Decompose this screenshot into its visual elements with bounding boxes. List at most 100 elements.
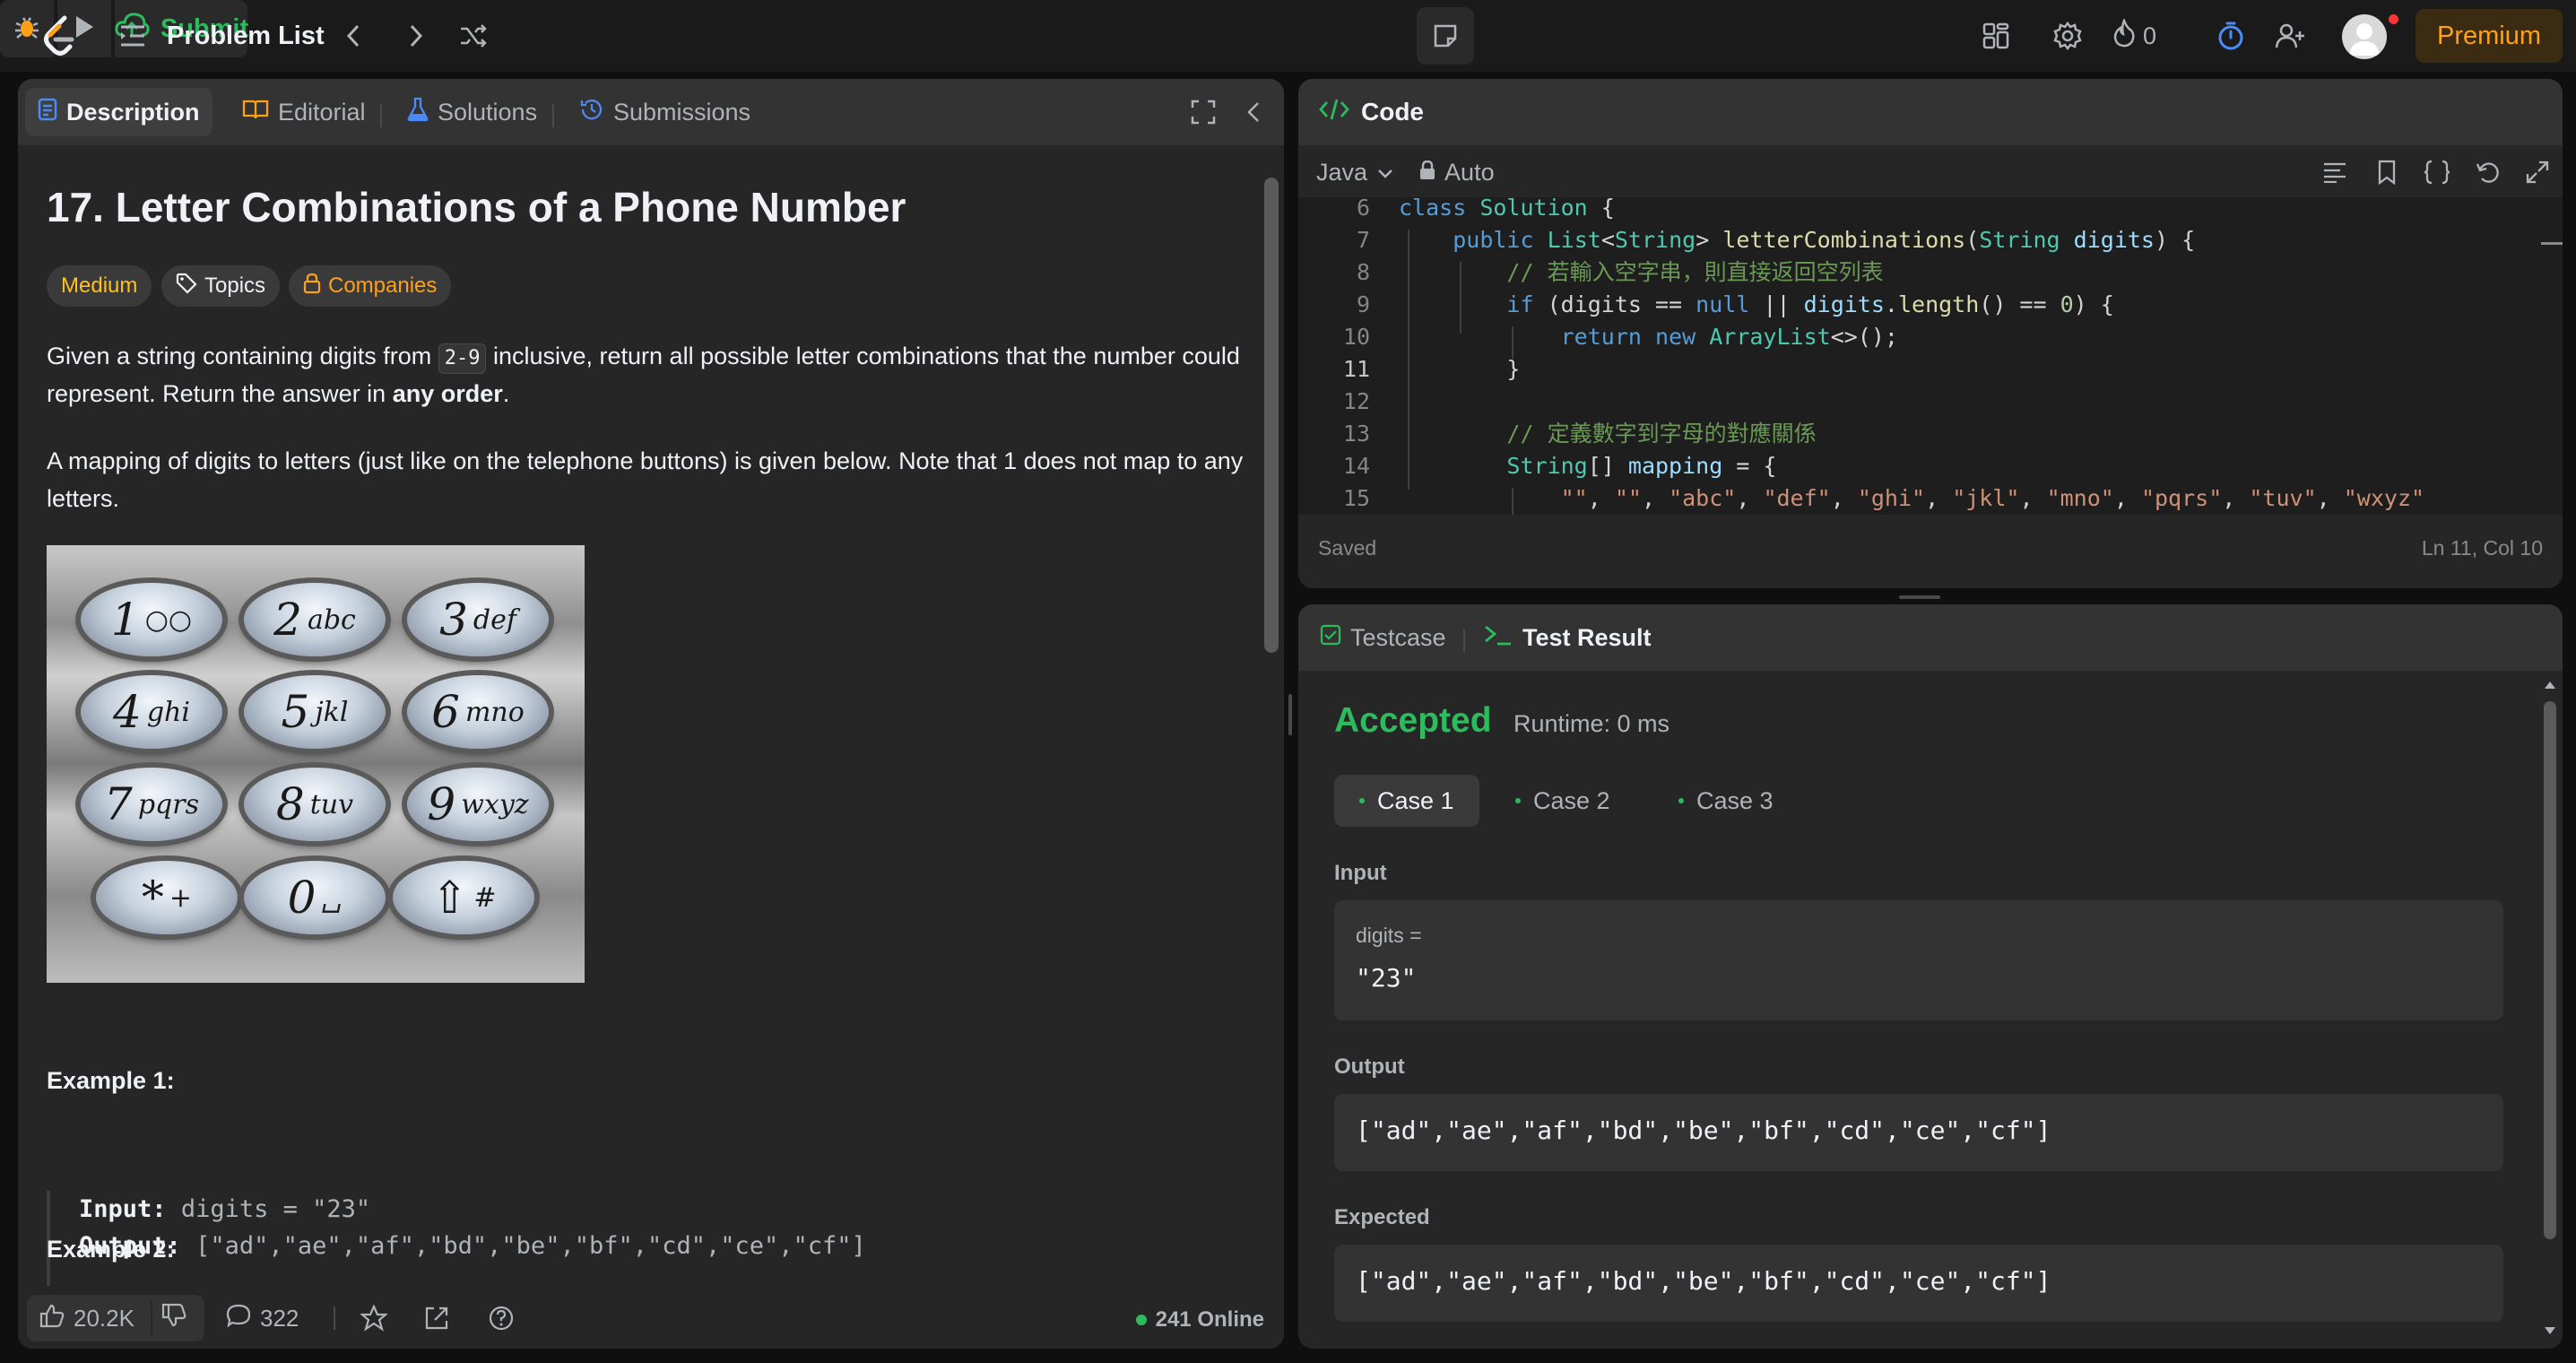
maximize-icon[interactable]	[2520, 154, 2555, 190]
key-8: 8 tuv	[244, 768, 386, 841]
key-1: 1 ○○	[81, 583, 222, 656]
input-box[interactable]: digits = "23"	[1334, 900, 2503, 1020]
digit: 2	[273, 594, 302, 646]
companies-label: Companies	[328, 273, 438, 298]
star-icon[interactable]	[360, 1295, 387, 1341]
tab-testcase[interactable]: Testcase	[1307, 613, 1459, 662]
letters: def	[473, 603, 516, 636]
example-1-output: Output: ["ad","ae","af","bd","be","bf","…	[79, 1228, 1266, 1264]
cursor-position: Ln 11, Col 10	[2421, 536, 2543, 560]
timer-icon[interactable]	[2211, 18, 2251, 54]
add-user-icon[interactable]	[2272, 18, 2308, 54]
auto-mode[interactable]: Auto	[1419, 159, 1495, 187]
case-tab-2[interactable]: Case 2	[1490, 775, 1635, 827]
key-6: 6 mno	[407, 675, 549, 749]
code-icon	[1318, 97, 1350, 128]
comment-count: 322	[260, 1304, 299, 1332]
editor-toolbar: Java Auto	[1316, 152, 1495, 192]
digit: 6	[431, 686, 460, 738]
comments-button[interactable]: 322	[226, 1295, 299, 1341]
example-1-block: Input: digits = "23" Output: ["ad","ae",…	[47, 1191, 1266, 1289]
problem-list-icon[interactable]	[115, 18, 151, 54]
case-tab-1[interactable]: Case 1	[1334, 775, 1479, 827]
expand-icon[interactable]	[1185, 94, 1221, 130]
avatar[interactable]	[2342, 14, 2387, 59]
language-select[interactable]: Java	[1316, 159, 1394, 187]
chevron-down-icon	[1376, 159, 1394, 187]
digit: ⇧	[430, 872, 469, 924]
braces-icon[interactable]	[2419, 154, 2455, 190]
streak-counter[interactable]: 0	[2112, 16, 2156, 56]
key-2: 2 abc	[244, 583, 386, 656]
prev-icon[interactable]	[335, 18, 371, 54]
leetcode-logo-icon[interactable]	[36, 13, 82, 59]
difficulty-badge: Medium	[47, 265, 152, 307]
tag-icon	[176, 273, 197, 300]
help-icon[interactable]	[488, 1295, 515, 1341]
collapse-icon[interactable]	[1236, 94, 1271, 130]
code-line: 15 "", "", "abc", "def", "ghi", "jkl", "…	[1342, 485, 2425, 511]
problem-title[interactable]: 17. Letter Combinations of a Phone Numbe…	[47, 183, 906, 231]
code-line: 14 String[] mapping = {	[1342, 453, 1777, 479]
like-count[interactable]: 20.2K	[74, 1305, 134, 1333]
bookmark-icon[interactable]	[2369, 154, 2405, 190]
share-icon[interactable]	[423, 1295, 450, 1341]
note-icon[interactable]	[1417, 7, 1474, 65]
terminal-icon	[1483, 623, 1514, 653]
layout-icon[interactable]	[1978, 18, 2014, 54]
gear-icon[interactable]	[2050, 18, 2086, 54]
reset-icon[interactable]	[2469, 154, 2505, 190]
horizontal-resize-handle[interactable]	[1288, 694, 1292, 735]
companies-chip[interactable]: Companies	[289, 265, 452, 307]
letters: wxyz	[461, 788, 529, 820]
letters: ○○	[144, 603, 193, 636]
format-icon[interactable]	[2317, 154, 2353, 190]
thumbs-up-icon[interactable]	[39, 1303, 65, 1334]
tab-solutions[interactable]: Solutions	[395, 88, 550, 136]
premium-button[interactable]: Premium	[2416, 9, 2563, 63]
tab-test-result[interactable]: Test Result	[1470, 613, 1664, 662]
example-1-heading: Example 1:	[47, 1067, 175, 1094]
text: .	[502, 380, 510, 407]
tab-editorial[interactable]: Editorial	[230, 88, 378, 136]
tab-description[interactable]: Description	[25, 88, 212, 136]
code-line: 13 // 定義數字到字母的對應關係	[1342, 421, 1817, 447]
letters: jkl	[315, 696, 349, 728]
value: digits = "23"	[180, 1195, 371, 1223]
pass-dot	[1515, 798, 1521, 803]
vertical-resize-handle[interactable]	[1899, 595, 1940, 599]
key-star: * +	[96, 861, 238, 934]
notification-dot	[2389, 14, 2398, 24]
code-editor[interactable]: 6 class Solution { 7 public List<String> …	[1298, 197, 2563, 515]
topics-chip[interactable]: Topics	[161, 265, 281, 307]
key-3: 3 def	[407, 583, 549, 656]
tab-label: Submissions	[613, 98, 751, 126]
key-7: 7 pqrs	[81, 768, 222, 841]
digit: 7	[104, 778, 133, 830]
fire-icon	[2112, 17, 2136, 54]
code-line: 8 // 若輸入空字串，則直接返回空列表	[1356, 259, 1884, 285]
tab-divider	[552, 104, 554, 127]
tab-submissions[interactable]: Submissions	[567, 88, 763, 136]
letters: abc	[307, 603, 356, 636]
streak-count: 0	[2143, 22, 2157, 49]
tab-label: Test Result	[1522, 623, 1652, 651]
history-icon	[579, 97, 604, 128]
thumbs-down-icon[interactable]	[161, 1303, 186, 1334]
pass-dot	[1359, 798, 1365, 803]
tab-label: Testcase	[1350, 623, 1446, 651]
output-value: ["ad","ae","af","bd","be","bf","cd","ce"…	[1356, 1116, 2051, 1145]
case-tab-3[interactable]: Case 3	[1653, 775, 1799, 827]
minimap-cursor	[2541, 242, 2563, 245]
problem-list-title[interactable]: Problem List	[167, 16, 325, 56]
shuffle-icon[interactable]	[455, 18, 491, 54]
code-tab[interactable]: Code	[1318, 93, 1424, 131]
next-icon[interactable]	[398, 18, 434, 54]
expected-value: ["ad","ae","af","bd","be","bf","cd","ce"…	[1356, 1266, 2051, 1296]
run-submit-group: Submit	[0, 0, 2576, 57]
code-panel-header: Code	[1298, 79, 2563, 145]
result-scrollbar[interactable]	[2541, 676, 2559, 1340]
case-label: Case 3	[1696, 786, 1774, 814]
lock-icon	[303, 273, 321, 300]
scrollbar-thumb[interactable]	[1264, 178, 1279, 653]
